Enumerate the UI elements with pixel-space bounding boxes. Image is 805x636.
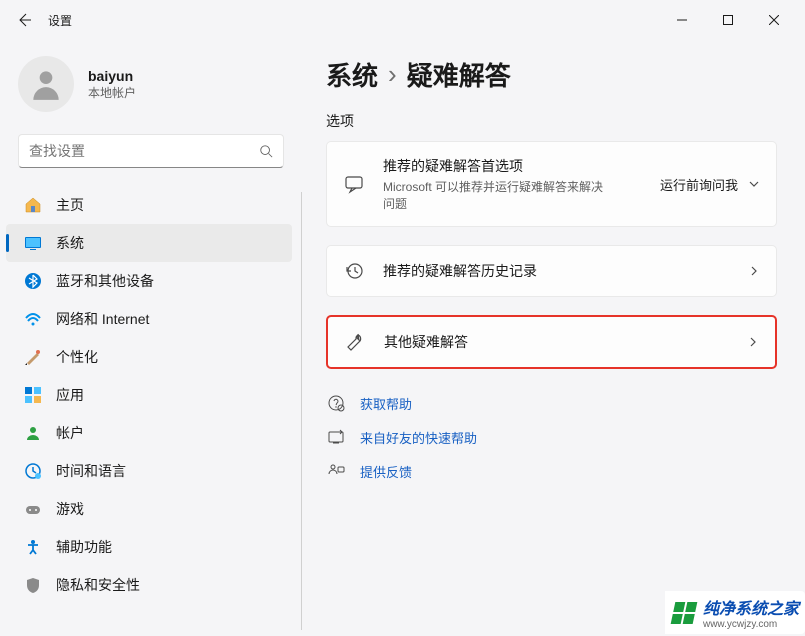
network-icon	[24, 310, 42, 328]
link-feedback[interactable]: 提供反馈	[326, 461, 777, 481]
sidebar-item-label: 游戏	[56, 499, 84, 519]
breadcrumb: 系统 › 疑难解答	[326, 56, 777, 93]
title-bar: 设置	[0, 0, 805, 40]
system-icon	[24, 234, 42, 252]
back-button[interactable]	[8, 4, 40, 36]
account-icon	[24, 424, 42, 442]
search-input[interactable]	[29, 143, 259, 159]
sidebar-item-label: 隐私和安全性	[56, 575, 140, 595]
watermark: 纯净系统之家 www.ycwjzy.com	[649, 591, 805, 634]
sidebar: baiyun 本地帐户 主页 系统 蓝牙和其他设备	[0, 40, 302, 636]
search-box[interactable]	[18, 134, 284, 168]
chevron-right-icon	[748, 265, 760, 277]
sidebar-item-account[interactable]: 帐户	[6, 414, 292, 452]
avatar	[18, 56, 74, 112]
sidebar-item-label: 蓝牙和其他设备	[56, 271, 154, 291]
user-name: baiyun	[88, 68, 136, 84]
sidebar-item-privacy[interactable]: 隐私和安全性	[6, 566, 292, 604]
user-type: 本地帐户	[88, 84, 136, 101]
card-troubleshoot-history[interactable]: 推荐的疑难解答历史记录	[326, 245, 777, 297]
accessibility-icon	[24, 538, 42, 556]
watermark-logo-icon	[671, 602, 698, 624]
close-icon	[769, 15, 779, 25]
search-icon	[259, 144, 273, 158]
card-title: 推荐的疑难解答历史记录	[383, 261, 730, 281]
chevron-right-icon	[747, 336, 759, 348]
close-button[interactable]	[751, 4, 797, 36]
privacy-icon	[24, 576, 42, 594]
feedback-icon	[326, 461, 346, 481]
sidebar-item-time[interactable]: 时间和语言	[6, 452, 292, 490]
card-desc: Microsoft 可以推荐并运行疑难解答来解决问题	[383, 178, 603, 212]
history-icon	[343, 260, 365, 282]
back-arrow-icon	[16, 12, 32, 28]
main-content: 系统 › 疑难解答 选项 推荐的疑难解答首选项 Microsoft 可以推荐并运…	[302, 40, 805, 636]
personalize-icon	[24, 348, 42, 366]
wrench-icon	[344, 331, 366, 353]
chevron-down-icon	[748, 178, 760, 190]
watermark-url: www.ycwjzy.com	[703, 619, 799, 630]
sidebar-item-personalize[interactable]: 个性化	[6, 338, 292, 376]
sidebar-item-label: 时间和语言	[56, 461, 126, 481]
sidebar-item-label: 系统	[56, 233, 84, 253]
sidebar-item-label: 主页	[56, 195, 84, 215]
watermark-brand: 纯净系统之家	[703, 601, 799, 618]
card-title: 推荐的疑难解答首选项	[383, 156, 642, 176]
sidebar-item-label: 帐户	[56, 423, 84, 443]
breadcrumb-sep-icon: ›	[388, 59, 397, 90]
sidebar-item-bluetooth[interactable]: 蓝牙和其他设备	[6, 262, 292, 300]
breadcrumb-parent[interactable]: 系统	[326, 56, 378, 93]
sidebar-item-system[interactable]: 系统	[6, 224, 292, 262]
gaming-icon	[24, 500, 42, 518]
window-title: 设置	[48, 12, 72, 29]
sidebar-item-gaming[interactable]: 游戏	[6, 490, 292, 528]
person-icon	[27, 65, 65, 103]
help-icon	[326, 393, 346, 413]
sidebar-item-label: 网络和 Internet	[56, 309, 149, 329]
page-title: 疑难解答	[407, 56, 511, 93]
sidebar-item-label: 个性化	[56, 347, 98, 367]
quick-assist-icon	[326, 427, 346, 447]
sidebar-item-apps[interactable]: 应用	[6, 376, 292, 414]
sidebar-item-label: 辅助功能	[56, 537, 112, 557]
sidebar-item-home[interactable]: 主页	[6, 186, 292, 224]
card-select-value: 运行前询问我	[660, 175, 738, 194]
card-select[interactable]: 运行前询问我	[660, 175, 760, 194]
link-get-help[interactable]: 获取帮助	[326, 393, 777, 413]
sidebar-item-accessibility[interactable]: 辅助功能	[6, 528, 292, 566]
bluetooth-icon	[24, 272, 42, 290]
minimize-button[interactable]	[659, 4, 705, 36]
section-title: 选项	[326, 111, 777, 131]
maximize-icon	[723, 15, 733, 25]
apps-icon	[24, 386, 42, 404]
sidebar-item-label: 应用	[56, 385, 84, 405]
card-troubleshoot-pref[interactable]: 推荐的疑难解答首选项 Microsoft 可以推荐并运行疑难解答来解决问题 运行…	[326, 141, 777, 227]
link-quick-assist[interactable]: 来自好友的快速帮助	[326, 427, 777, 447]
card-other-troubleshoot[interactable]: 其他疑难解答	[326, 315, 777, 369]
link-label: 获取帮助	[360, 394, 412, 413]
card-title: 其他疑难解答	[384, 332, 729, 352]
time-icon	[24, 462, 42, 480]
minimize-icon	[677, 15, 687, 25]
maximize-button[interactable]	[705, 4, 751, 36]
nav-list: 主页 系统 蓝牙和其他设备 网络和 Internet 个性化	[0, 186, 302, 636]
link-label: 来自好友的快速帮助	[360, 428, 477, 447]
link-label: 提供反馈	[360, 462, 412, 481]
chat-icon	[343, 173, 365, 195]
sidebar-item-network[interactable]: 网络和 Internet	[6, 300, 292, 338]
help-links: 获取帮助 来自好友的快速帮助 提供反馈	[326, 393, 777, 481]
home-icon	[24, 196, 42, 214]
user-profile[interactable]: baiyun 本地帐户	[0, 48, 302, 132]
